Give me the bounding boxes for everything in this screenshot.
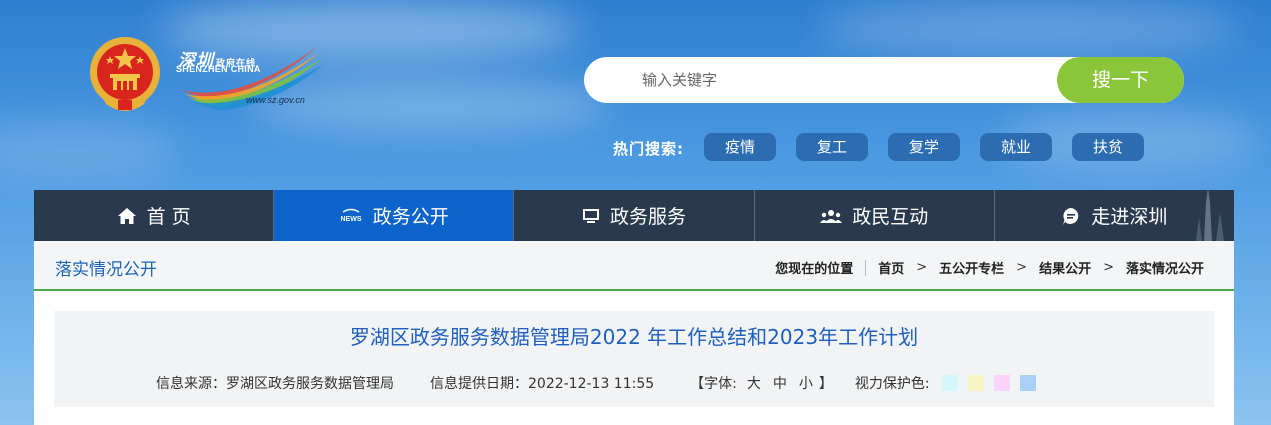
logo-url: www.sz.gov.cn bbox=[246, 95, 305, 105]
home-icon bbox=[117, 207, 136, 224]
breadcrumb: 您现在的位置 首页 > 五公开专栏 > 结果公开 > 落实情况公开 bbox=[775, 258, 1204, 277]
eye-color-swatch-cyan[interactable] bbox=[941, 375, 958, 391]
svg-text:NEWS: NEWS bbox=[340, 216, 361, 223]
main-nav: 首 页 NEWS 政务公开 政务服务 政民互动 走进深圳 bbox=[34, 190, 1234, 241]
hot-search-label: 热门搜索: bbox=[613, 140, 684, 158]
search-bar: 搜一下 bbox=[584, 57, 1184, 103]
cloud-decoration bbox=[820, 0, 1240, 55]
breadcrumb-current[interactable]: 落实情况公开 bbox=[1126, 258, 1204, 277]
hot-tag-resume-school[interactable]: 复学 bbox=[888, 133, 960, 161]
chat-icon bbox=[1063, 207, 1079, 225]
article-title: 罗湖区政务服务数据管理局2022 年工作总结和2023年工作计划 bbox=[349, 325, 919, 349]
font-size-label-close: 】 bbox=[818, 376, 833, 392]
nav-item-gov-affairs[interactable]: NEWS 政务公开 bbox=[274, 190, 515, 241]
breadcrumb-bar: 落实情况公开 您现在的位置 首页 > 五公开专栏 > 结果公开 > 落实情况公开 bbox=[34, 241, 1234, 291]
article-container: 罗湖区政务服务数据管理局2022 年工作总结和2023年工作计划 信息来源：罗湖… bbox=[34, 291, 1234, 425]
nav-item-gov-services[interactable]: 政务服务 bbox=[514, 190, 755, 241]
font-size-label-open: 【字体: bbox=[690, 376, 737, 392]
hot-tag-resume-work[interactable]: 复工 bbox=[796, 133, 868, 161]
breadcrumb-divider bbox=[865, 259, 867, 276]
font-size-medium[interactable]: 中 bbox=[773, 373, 787, 393]
article-date: 信息提供日期：2022-12-13 11:55 bbox=[430, 376, 655, 392]
font-size-small[interactable]: 小 bbox=[799, 373, 813, 393]
breadcrumb-separator: > bbox=[1016, 260, 1028, 275]
search-input[interactable] bbox=[614, 57, 1044, 103]
breadcrumb-separator: > bbox=[1103, 260, 1114, 275]
eye-color-swatch-pink[interactable] bbox=[993, 375, 1010, 391]
breadcrumb-results-public[interactable]: 结果公开 bbox=[1039, 258, 1091, 277]
nav-item-label: 首 页 bbox=[146, 206, 191, 228]
users-icon bbox=[820, 209, 843, 223]
font-size-large[interactable]: 大 bbox=[747, 373, 761, 393]
eye-color-swatch-blue[interactable] bbox=[1019, 375, 1036, 391]
eye-protect-label: 视力保护色: bbox=[854, 376, 930, 392]
news-icon: NEWS bbox=[340, 208, 362, 223]
tower-decoration bbox=[1196, 188, 1224, 241]
monitor-icon bbox=[583, 208, 599, 223]
breadcrumb-label: 您现在的位置 bbox=[775, 262, 854, 277]
article-meta: 信息来源：罗湖区政务服务数据管理局 信息提供日期：2022-12-13 11:5… bbox=[156, 373, 1036, 393]
article-source: 信息来源：罗湖区政务服务数据管理局 bbox=[156, 376, 394, 392]
eye-color-swatch-yellow[interactable] bbox=[967, 375, 984, 391]
nav-item-label: 政务公开 bbox=[372, 206, 449, 228]
nav-item-interaction[interactable]: 政民互动 bbox=[755, 190, 995, 241]
nav-item-label: 走进深圳 bbox=[1091, 206, 1168, 228]
hot-tag-epidemic[interactable]: 疫情 bbox=[704, 133, 776, 161]
nav-item-home[interactable]: 首 页 bbox=[34, 190, 275, 241]
nav-item-label: 政民互动 bbox=[852, 206, 929, 228]
article-header: 罗湖区政务服务数据管理局2022 年工作总结和2023年工作计划 信息来源：罗湖… bbox=[54, 311, 1214, 407]
hot-tag-employment[interactable]: 就业 bbox=[980, 133, 1052, 161]
breadcrumb-separator: > bbox=[916, 260, 928, 275]
section-title[interactable]: 落实情况公开 bbox=[55, 255, 157, 280]
logo-subtitle: SHENZHEN CHINA bbox=[176, 64, 261, 74]
hot-tag-poverty-relief[interactable]: 扶贫 bbox=[1072, 133, 1144, 161]
breadcrumb-five-public[interactable]: 五公开专栏 bbox=[939, 258, 1004, 277]
breadcrumb-home[interactable]: 首页 bbox=[878, 258, 904, 277]
search-button[interactable]: 搜一下 bbox=[1057, 57, 1184, 103]
cloud-decoration bbox=[0, 120, 180, 180]
nav-item-label: 政务服务 bbox=[610, 206, 687, 228]
national-emblem-icon bbox=[90, 37, 160, 111]
